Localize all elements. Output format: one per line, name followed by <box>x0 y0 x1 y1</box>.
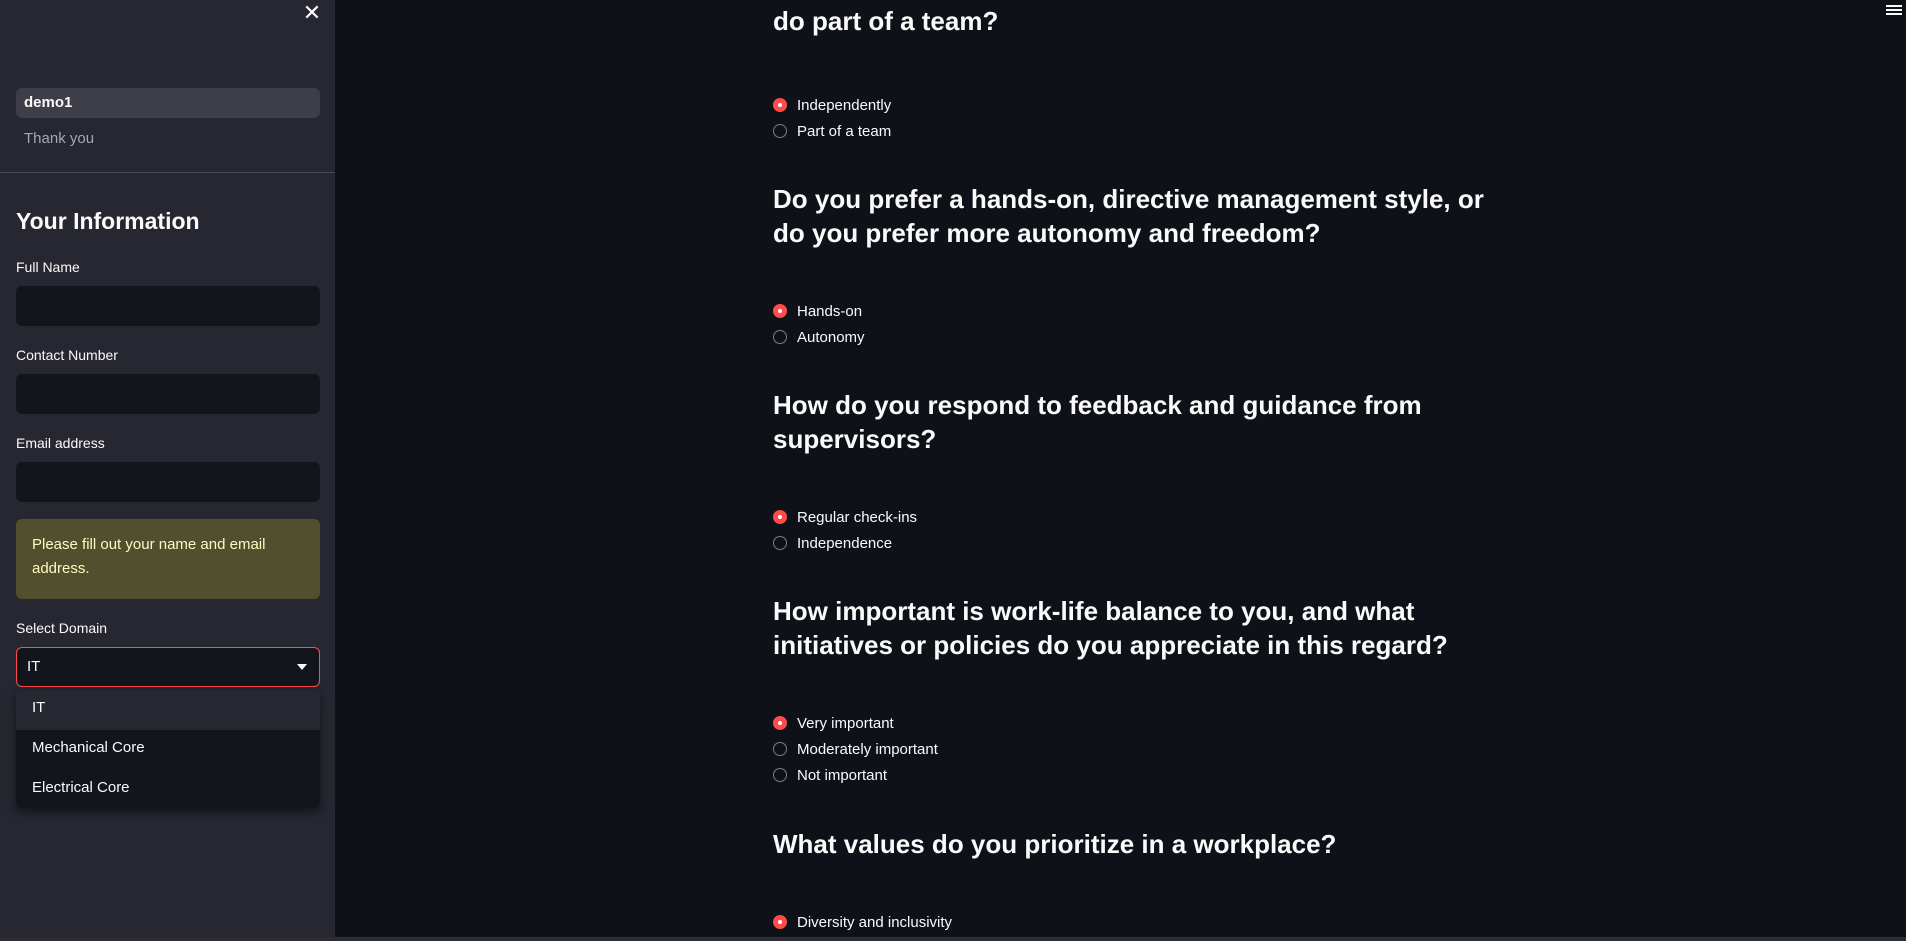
radio-button[interactable] <box>773 536 787 550</box>
radio-label: Independently <box>797 96 892 114</box>
radio-option[interactable]: Not important <box>773 763 887 787</box>
radio-button[interactable] <box>773 742 787 756</box>
close-icon[interactable]: ✕ <box>301 0 323 26</box>
radio-button[interactable] <box>773 98 787 112</box>
sidebar-heading: Your Information <box>16 208 200 234</box>
dropdown-option-it[interactable]: IT <box>16 690 320 730</box>
radio-label: Autonomy <box>797 328 865 346</box>
radio-option[interactable]: Autonomy <box>773 325 865 349</box>
domain-select-value: IT <box>27 658 41 675</box>
question-heading: What values do you prioritize in a workp… <box>773 829 1337 859</box>
dropdown-option-mechanical-core[interactable]: Mechanical Core <box>16 730 320 770</box>
radio-option[interactable]: Moderately important <box>773 737 938 761</box>
sidebar-divider <box>0 172 335 173</box>
radio-option[interactable]: Part of a team <box>773 119 891 143</box>
domain-dropdown-menu: IT Mechanical Core Electrical Core <box>16 690 320 808</box>
full-name-input[interactable] <box>16 286 320 326</box>
question-partial: do part of a team? <box>773 6 999 36</box>
radio-label: Regular check-ins <box>797 508 918 526</box>
email-label: Email address <box>16 435 105 451</box>
radio-label: Very important <box>797 714 894 732</box>
question-heading: How important is work-life balance to yo… <box>773 596 1448 660</box>
nav-item-demo1[interactable]: demo1 <box>16 88 320 118</box>
warning-alert: Please fill out your name and email addr… <box>16 519 320 599</box>
radio-label: Independence <box>797 534 893 552</box>
radio-option[interactable]: Hands-on <box>773 299 862 323</box>
radio-button[interactable] <box>773 304 787 318</box>
chevron-down-icon <box>297 664 307 670</box>
dropdown-option-electrical-core[interactable]: Electrical Core <box>16 770 320 808</box>
radio-option[interactable]: Regular check-ins <box>773 505 917 529</box>
select-domain-label: Select Domain <box>16 620 108 636</box>
hamburger-icon[interactable] <box>1886 3 1902 19</box>
radio-label: Diversity and inclusivity <box>797 913 953 931</box>
radio-label: Not important <box>797 766 888 784</box>
email-input[interactable] <box>16 462 320 502</box>
radio-option[interactable]: Independence <box>773 531 892 555</box>
radio-button[interactable] <box>773 716 787 730</box>
question-heading: Do you prefer a hands-on, directive mana… <box>773 184 1484 248</box>
radio-button[interactable] <box>773 768 787 782</box>
radio-option[interactable]: Very important <box>773 711 894 735</box>
radio-option[interactable]: Independently <box>773 93 891 117</box>
radio-button[interactable] <box>773 330 787 344</box>
radio-label: Moderately important <box>797 740 938 758</box>
radio-option[interactable]: Diversity and inclusivity <box>773 910 952 934</box>
domain-select[interactable]: IT <box>16 647 320 687</box>
question-heading: How do you respond to feedback and guida… <box>773 390 1422 454</box>
radio-button[interactable] <box>773 510 787 524</box>
full-name-label: Full Name <box>16 259 80 275</box>
radio-label: Part of a team <box>797 122 892 140</box>
radio-button[interactable] <box>773 124 787 138</box>
sidebar: ✕ demo1 Thank you Your Information Full … <box>0 0 335 941</box>
main-content: do part of a team? Independently Part of… <box>335 0 1906 941</box>
contact-number-input[interactable] <box>16 374 320 414</box>
radio-button[interactable] <box>773 915 787 929</box>
radio-label: Hands-on <box>797 302 863 320</box>
bottom-bar <box>0 937 1906 941</box>
contact-number-label: Contact Number <box>16 347 118 363</box>
nav-item-thank-you[interactable]: Thank you <box>16 124 320 154</box>
